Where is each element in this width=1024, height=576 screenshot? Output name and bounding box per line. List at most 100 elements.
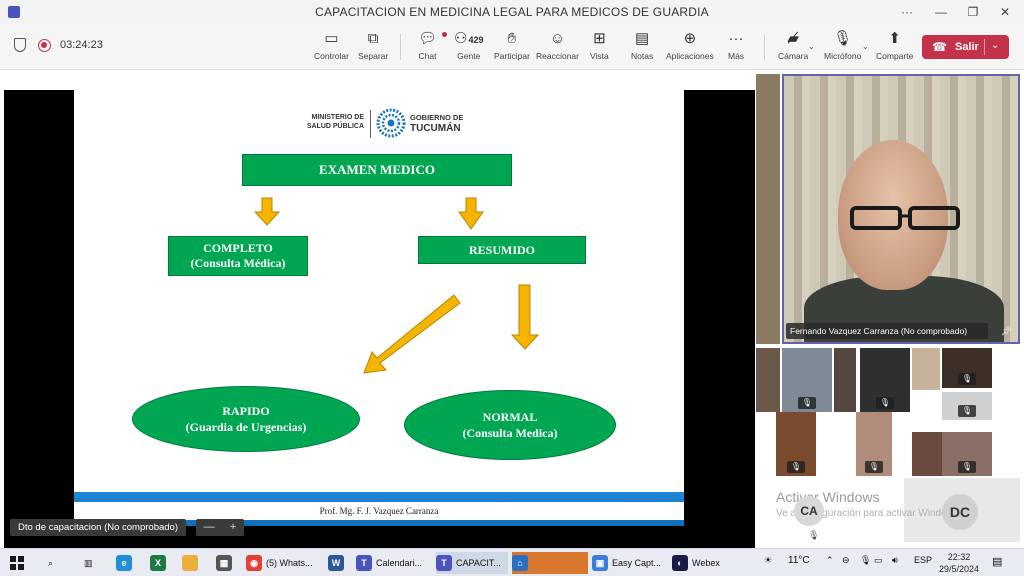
calculator-icon[interactable]: ▦ [216, 552, 236, 574]
camera-button[interactable]: ▰̸ Cámara [778, 30, 808, 66]
raise-hand-button[interactable]: ✋︎ Participar [494, 30, 530, 66]
completo-text: COMPLETO [203, 241, 273, 255]
mic-off-icon: 🎙︎ [808, 530, 820, 540]
chat-button[interactable]: 💬︎ Chat [418, 30, 447, 66]
tray-chevron-icon[interactable]: ⌃ [826, 555, 834, 566]
main-speaker-name: Fernando Vazquez Carranza (No comprobado… [786, 323, 988, 339]
participant-thumb[interactable]: 🎙︎ [942, 392, 992, 420]
popout-icon: ⧉ [367, 30, 379, 47]
edge-icon[interactable]: e [116, 552, 136, 574]
taskbar-item-capacitacion[interactable]: T CAPACIT... [436, 552, 508, 574]
resumido-text: RESUMIDO [468, 242, 535, 257]
language-indicator[interactable]: ESP [914, 555, 932, 565]
avatar-ca[interactable]: CA [794, 496, 824, 526]
view-label: Vista [590, 51, 609, 61]
rapido-ellipse: RAPIDO (Guardia de Urgencias) [132, 386, 360, 452]
zoom-in-button[interactable]: + [230, 519, 236, 536]
mic-button[interactable]: 🎙︎ Micrófono [824, 30, 861, 66]
taskbar-item-calendar[interactable]: T Calendari... [356, 552, 432, 574]
mic-label: Micrófono [824, 51, 862, 61]
mic-options-chevron-icon[interactable]: ⌄ [862, 42, 869, 51]
taskbar-item-webex[interactable]: ◐ Webex [672, 552, 732, 574]
participant-thumb[interactable] [912, 348, 940, 390]
notification-icon[interactable]: ▤ [992, 555, 1002, 568]
participant-thumb[interactable] [834, 348, 856, 412]
view-button[interactable]: ⊞ Vista [590, 30, 609, 66]
participant-thumb[interactable] [912, 432, 942, 476]
word-icon[interactable]: W [328, 552, 348, 574]
start-button[interactable] [10, 552, 28, 574]
system-clock[interactable]: 22:32 29/5/2024 [936, 551, 982, 575]
taskbar-item-whatsapp[interactable]: ◉ (5) Whats... [246, 552, 322, 574]
share-icon: ⬆︎ [888, 30, 901, 47]
excel-icon[interactable]: X [150, 552, 170, 574]
taskbar-item-active-app[interactable]: ⌂ [512, 552, 588, 574]
mic-off-icon: 🎙︎ [865, 461, 883, 473]
participant-thumb[interactable]: 🎙︎ [782, 348, 832, 412]
participant-thumb[interactable]: 🎙︎ [942, 348, 992, 388]
file-explorer-icon[interactable] [182, 552, 202, 574]
raise-hand-icon: ✋︎ [507, 30, 517, 47]
control-label: Controlar [314, 51, 349, 61]
popout-button[interactable]: ⧉ Separar [358, 30, 388, 66]
more-button[interactable]: ··· Más [728, 30, 744, 66]
tray-app-icon[interactable]: ⊖ [842, 555, 850, 566]
slide-author: Prof. Mg. F. J. Vazquez Carranza [74, 502, 684, 520]
windows-taskbar: ⌕ ▥ e X ▦ ◉ (5) Whats... W T Calendari... … [0, 548, 1024, 576]
more-icon: ··· [728, 30, 744, 47]
leave-options-chevron-icon[interactable]: ⌄ [991, 40, 999, 51]
camera-options-chevron-icon[interactable]: ⌄ [808, 42, 815, 51]
arrow-down-right-icon [458, 197, 484, 230]
network-icon[interactable]: ▭ [874, 555, 883, 566]
control-icon: ▭ [324, 30, 339, 47]
control-button[interactable]: ▭ Controlar [314, 30, 349, 66]
teams-icon: T [356, 555, 372, 571]
participant-thumb[interactable]: 🎙︎ [856, 412, 892, 476]
shield-icon[interactable] [14, 38, 26, 52]
maximize-button[interactable]: ❐ [958, 3, 988, 21]
volume-icon[interactable]: 🔊︎ [892, 555, 898, 566]
participant-thumb[interactable]: 🎙︎ [776, 412, 816, 476]
share-button[interactable]: ⬆︎ Comparte [876, 30, 913, 66]
weather-icon[interactable]: ☀ [764, 555, 772, 566]
windows-logo-icon [10, 556, 24, 570]
toolbar-divider [764, 34, 765, 60]
window-title: CAPACITACION EN MEDICINA LEGAL PARA MEDI… [315, 5, 709, 19]
react-button[interactable]: ☺ Reaccionar [536, 30, 579, 66]
minimize-button[interactable]: — [926, 3, 956, 21]
taskbar-item-label: Webex [692, 558, 720, 568]
normal-text: NORMAL [482, 410, 538, 424]
pin-icon[interactable]: 📌︎ [1001, 326, 1012, 337]
apps-label: Aplicaciones [666, 51, 714, 61]
mic-off-icon: 🎙︎ [833, 30, 853, 47]
people-icon: ⚇429 [454, 30, 484, 47]
notes-button[interactable]: ▤ Notas [631, 30, 653, 66]
participant-thumb[interactable]: 🎙︎ [942, 432, 992, 476]
close-button[interactable]: ✕ [990, 3, 1020, 21]
window-more-button[interactable]: ··· [892, 3, 922, 21]
react-label: Reaccionar [536, 51, 579, 61]
task-view-icon[interactable]: ▥ [84, 552, 93, 574]
examen-medico-box: EXAMEN MEDICO [242, 154, 512, 186]
avatar-dc[interactable]: DC [942, 494, 978, 530]
participant-thumb[interactable] [756, 348, 780, 412]
people-button[interactable]: ⚇429 Gente [454, 30, 483, 66]
search-icon[interactable]: ⌕ [48, 552, 53, 574]
mic-tray-icon[interactable]: 🎙︎ [860, 555, 871, 566]
apps-button[interactable]: ⊕ Aplicaciones [666, 30, 714, 66]
leave-button[interactable]: ☎ Salir ⌄ [922, 35, 1009, 59]
taskbar-item-easycapture[interactable]: ▣ Easy Capt... [592, 552, 668, 574]
mic-off-icon: 🎙︎ [787, 461, 805, 473]
main-speaker-video[interactable]: Fernando Vazquez Carranza (No comprobado… [782, 74, 1020, 344]
rapido-text: RAPIDO [222, 404, 270, 418]
phone-icon: ☎ [932, 40, 947, 54]
raise-hand-label: Participar [494, 51, 530, 61]
title-bar: CAPACITACION EN MEDICINA LEGAL PARA MEDI… [0, 0, 1024, 24]
toolbar-divider [400, 34, 401, 60]
resumido-box: RESUMIDO [418, 236, 586, 264]
participant-thumb[interactable]: 🎙︎ [860, 348, 910, 412]
zoom-out-button[interactable]: — [204, 519, 215, 536]
participants-panel: Fernando Vazquez Carranza (No comprobado… [756, 70, 1024, 548]
taskbar-item-label: (5) Whats... [266, 558, 313, 568]
weather-temp[interactable]: 11°C [788, 555, 810, 566]
